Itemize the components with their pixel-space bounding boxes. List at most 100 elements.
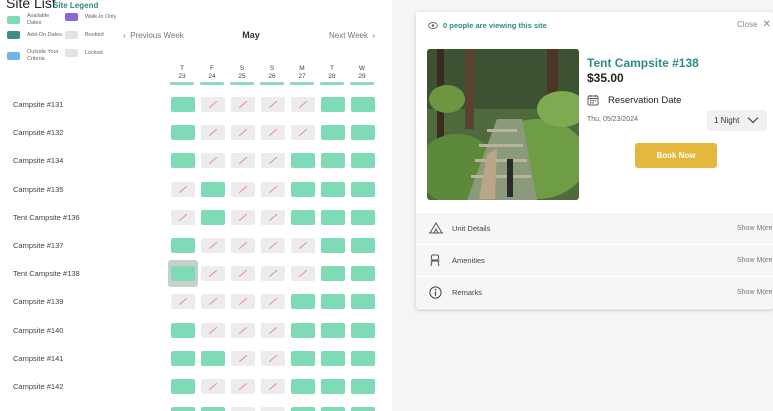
nights-value: 1 Night <box>714 116 740 125</box>
available-date-cell[interactable] <box>171 350 195 366</box>
site-legend-link[interactable]: Site Legend <box>53 1 98 10</box>
unit-details-show-more[interactable]: Show More <box>737 225 772 232</box>
legend-booked: Booked <box>65 31 104 39</box>
site-row-label[interactable]: Campsite #137 <box>13 241 63 250</box>
reservation-date-value[interactable]: Thu, 05/23/2024 <box>587 116 638 123</box>
available-date-cell[interactable] <box>321 379 345 394</box>
day-date: 29 <box>358 73 366 80</box>
day-availability-bar <box>320 82 344 85</box>
available-date-cell[interactable] <box>291 379 315 394</box>
booked-date-cell <box>201 266 225 282</box>
amenities-show-more[interactable]: Show More <box>737 257 772 264</box>
booked-date-cell <box>231 379 255 394</box>
available-date-cell[interactable] <box>171 125 195 141</box>
next-week-button[interactable]: Next Week › <box>329 31 375 40</box>
booked-date-cell <box>201 322 225 338</box>
available-date-cell[interactable] <box>291 322 315 338</box>
available-date-cell[interactable] <box>321 181 345 197</box>
day-availability-bar <box>170 82 194 85</box>
available-date-cell[interactable] <box>351 379 375 394</box>
site-row-label[interactable]: Tent Campsite #138 <box>13 269 80 278</box>
site-row-label[interactable]: Tent Campsite #136 <box>13 213 80 222</box>
available-date-cell[interactable] <box>171 407 195 411</box>
available-date-cell[interactable] <box>351 238 375 253</box>
available-date-cell[interactable] <box>201 181 225 197</box>
day-of-week: W <box>358 65 366 72</box>
booked-date-cell <box>261 407 285 411</box>
available-date-cell[interactable] <box>321 238 345 253</box>
calendar-icon <box>587 95 599 106</box>
available-date-cell[interactable] <box>291 294 315 310</box>
book-now-button[interactable]: Book Now <box>635 143 717 168</box>
day-of-week: F <box>210 65 214 72</box>
available-date-cell[interactable] <box>201 350 225 366</box>
available-date-cell[interactable] <box>351 350 375 366</box>
day-header: W 29 <box>350 65 374 85</box>
legend-locked-swatch <box>65 49 78 57</box>
info-icon <box>429 286 442 299</box>
remarks-show-more[interactable]: Show More <box>737 289 772 296</box>
amenities-label: Amenities <box>452 256 485 265</box>
available-date-cell[interactable] <box>321 125 345 141</box>
site-row-label[interactable]: Campsite #135 <box>13 185 63 194</box>
available-date-cell[interactable] <box>351 294 375 310</box>
available-date-cell[interactable] <box>201 407 225 411</box>
available-date-cell[interactable] <box>351 407 375 411</box>
available-date-cell[interactable] <box>351 266 375 282</box>
legend-available-swatch <box>7 16 20 24</box>
chair-icon <box>430 254 440 267</box>
site-row-label[interactable]: Campsite #139 <box>13 297 63 306</box>
eye-icon <box>428 22 438 29</box>
site-row-label[interactable]: Campsite #134 <box>13 156 63 165</box>
available-date-cell[interactable] <box>321 209 345 225</box>
nights-select[interactable]: 1 Night <box>707 110 767 131</box>
site-row-label[interactable]: Campsite #140 <box>13 326 63 335</box>
site-row-label[interactable]: Campsite #142 <box>13 382 63 391</box>
available-date-cell[interactable] <box>321 97 345 112</box>
site-row-label[interactable]: Campsite #141 <box>13 354 63 363</box>
available-date-cell[interactable] <box>321 294 345 310</box>
available-date-cell[interactable] <box>351 181 375 197</box>
available-date-cell[interactable] <box>321 322 345 338</box>
legend-walk-in-only-swatch <box>65 13 78 21</box>
available-date-cell[interactable] <box>291 181 315 197</box>
day-date: 27 <box>298 73 306 80</box>
available-date-cell[interactable] <box>291 209 315 225</box>
available-date-cell[interactable] <box>171 153 195 169</box>
available-date-cell[interactable] <box>171 322 195 338</box>
unit-details-section[interactable]: Unit Details Show More <box>416 212 773 244</box>
available-date-cell[interactable] <box>351 322 375 338</box>
available-date-cell[interactable] <box>351 153 375 169</box>
amenities-section[interactable]: Amenities Show More <box>416 244 773 276</box>
available-date-cell[interactable] <box>351 97 375 112</box>
available-date-cell[interactable] <box>321 407 345 411</box>
available-date-cell[interactable] <box>171 379 195 394</box>
booked-date-cell <box>201 125 225 141</box>
available-date-cell[interactable] <box>321 350 345 366</box>
day-of-week: S <box>239 65 245 72</box>
available-date-cell[interactable] <box>291 350 315 366</box>
available-date-cell[interactable] <box>171 266 195 282</box>
legend-locked-label: Locked <box>85 49 103 56</box>
booked-date-cell <box>291 125 315 141</box>
close-button[interactable]: Close ✕ <box>737 19 771 30</box>
site-detail-card: 0 people are viewing this site Close ✕ T… <box>416 12 773 309</box>
available-date-cell[interactable] <box>351 125 375 141</box>
legend-walk-in-only: Walk-In Only <box>65 13 116 21</box>
available-date-cell[interactable] <box>321 153 345 169</box>
site-row-label[interactable]: Campsite #131 <box>13 100 63 109</box>
available-date-cell[interactable] <box>201 209 225 225</box>
available-date-cell[interactable] <box>291 407 315 411</box>
available-date-cell[interactable] <box>321 266 345 282</box>
available-date-cell[interactable] <box>171 238 195 253</box>
remarks-section[interactable]: Remarks Show More <box>416 276 773 308</box>
site-name: Tent Campsite #138 <box>587 56 699 70</box>
site-row-label[interactable]: Campsite #132 <box>13 128 63 137</box>
previous-week-button[interactable]: ‹ Previous Week <box>123 31 184 40</box>
booked-date-cell <box>261 294 285 310</box>
available-date-cell[interactable] <box>171 97 195 112</box>
available-date-cell[interactable] <box>351 209 375 225</box>
booked-date-cell <box>171 294 195 310</box>
day-availability-bar <box>350 82 374 85</box>
available-date-cell[interactable] <box>291 153 315 169</box>
